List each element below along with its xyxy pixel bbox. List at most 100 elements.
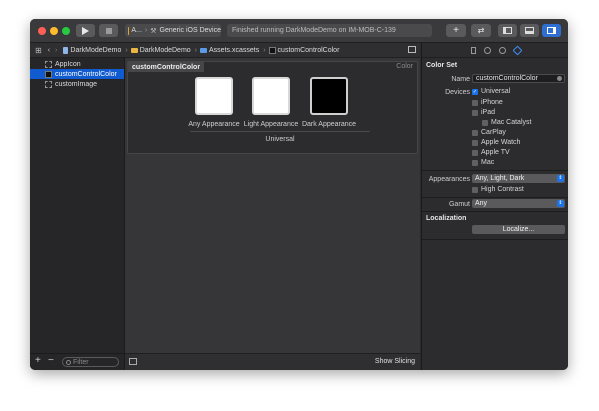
checkbox-box [472,109,478,116]
device-checkbox-mac[interactable]: Mac [472,159,494,166]
device-name: Generic iOS Device [159,27,221,34]
checkbox-box [472,99,478,106]
appearances-label: Appearances [428,176,470,183]
back-arrow-icon[interactable]: ‹ [48,47,50,54]
breadcrumb-assets[interactable]: Assets.xcassets [200,47,259,54]
color-set-icon [45,70,52,78]
device-checkbox-mac-catalyst[interactable]: Mac Catalyst [482,119,531,126]
breadcrumb-label: Assets.xcassets [209,46,260,54]
color-set-panel: customControlColor Color Any Appearance … [127,61,418,154]
forward-arrow-icon[interactable]: › [55,47,57,54]
scheme-name: A... [131,27,142,34]
remove-asset-button[interactable]: − [48,355,54,366]
checkbox-box [472,186,478,193]
list-item-label: customControlColor [55,70,117,78]
list-item[interactable]: AppIcon [30,59,124,69]
history-inspector-icon[interactable] [483,46,491,54]
color-well-light[interactable] [252,77,290,115]
color-set-icon [268,46,276,54]
group-divider [190,131,370,132]
appearance-label: Light Appearance [243,121,299,128]
play-icon [82,26,89,35]
divider [422,211,568,212]
attributes-inspector: Color Set Name customControlColor Device… [421,43,568,370]
list-item[interactable]: customImage [30,79,124,89]
checkbox-label: iPad [481,109,496,116]
xcode-window: A... › ⚒ Generic iOS Device Finished run… [30,19,568,370]
filter-placeholder: Filter [73,358,89,366]
checkbox-label: iPhone [481,99,503,106]
run-button[interactable] [76,24,95,37]
checkbox-label: Universal [481,88,511,95]
outline-toggle-icon[interactable] [129,358,137,365]
appearances-value: Any, Light, Dark [475,175,525,182]
device-checkbox-carplay[interactable]: CarPlay [472,129,506,136]
panel-kind: Color [396,63,413,70]
editor-footer: Show Slicing [125,353,420,370]
color-well-dark[interactable] [310,77,348,115]
device-checkbox-apple-tv[interactable]: Apple TV [472,149,510,156]
breadcrumb-label: DarkModeDemo [70,46,122,54]
stop-button[interactable] [99,24,118,37]
hammer-icon: ⚒ [150,27,157,35]
checkbox-box [472,149,478,156]
localize-button[interactable]: Localize... [472,225,565,234]
breadcrumb-group[interactable]: DarkModeDemo [130,47,191,54]
color-well-any[interactable] [195,77,233,115]
list-item-label: AppIcon [55,60,81,68]
toggle-debug-area-button[interactable] [520,24,539,37]
inspector-tabs [422,43,568,58]
attributes-inspector-icon[interactable] [512,45,522,55]
file-inspector-icon[interactable] [470,46,476,54]
updown-chevron-icon: ⇕ [557,200,564,207]
gamut-popup[interactable]: Any ⇕ [472,199,565,208]
device-checkbox-universal[interactable]: ✓ Universal [472,88,510,95]
app-icon-set-icon [45,60,52,68]
help-inspector-icon[interactable] [498,46,506,54]
appearances-popup[interactable]: Any, Light, Dark ⇕ [472,174,565,183]
breadcrumb-label: customControlColor [277,46,340,54]
chevron-right-icon: › [144,27,148,34]
devices-label: Devices [445,89,470,96]
asset-navigator: AppIcon customControlColor customImage +… [30,58,125,370]
swap-arrows-icon: ⇄ [477,26,485,35]
asset-catalog-icon [200,47,208,53]
clear-icon[interactable] [557,76,562,81]
checkbox-label: Apple TV [481,149,510,156]
name-field[interactable]: customControlColor [472,74,565,83]
list-item[interactable]: customControlColor [30,69,124,79]
show-slicing-button[interactable]: Show Slicing [375,358,415,365]
related-items-icon[interactable] [408,46,416,53]
right-panel-icon [547,27,556,34]
plus-icon: + [453,24,459,36]
checkmark-icon: ✓ [472,88,478,95]
appearance-label: Dark Appearance [301,121,357,128]
filter-field[interactable]: Filter [62,357,119,367]
high-contrast-checkbox[interactable]: High Contrast [472,186,524,193]
toggle-inspector-button[interactable] [542,24,561,37]
updown-chevron-icon: ⇕ [557,175,564,182]
asset-editor: customControlColor Color Any Appearance … [125,58,420,370]
checkbox-box [472,139,478,146]
toolbar: A... › ⚒ Generic iOS Device Finished run… [30,19,568,43]
scheme-selector[interactable]: A... › ⚒ Generic iOS Device [125,24,221,37]
localization-title: Localization [426,215,467,222]
minimize-window-button[interactable] [50,27,58,35]
toggle-navigator-button[interactable] [498,24,517,37]
breadcrumb-colorset[interactable]: customControlColor [268,46,340,54]
device-checkbox-iphone[interactable]: iPhone [472,99,503,106]
zoom-window-button[interactable] [62,27,70,35]
close-window-button[interactable] [38,27,46,35]
code-review-button[interactable]: ⇄ [471,24,491,37]
name-value: customControlColor [476,75,538,82]
localize-button-label: Localize... [502,226,535,233]
add-asset-button[interactable]: + [35,355,41,366]
activity-viewer: Finished running DarkModeDemo on IM-MOB-… [227,24,432,37]
library-button[interactable]: + [446,24,466,37]
device-checkbox-apple-watch[interactable]: Apple Watch [472,139,520,146]
device-checkbox-ipad[interactable]: iPad [472,109,495,116]
folder-icon [130,47,138,53]
breadcrumb-project[interactable]: DarkModeDemo [63,46,122,54]
grid-icon[interactable]: ⊞ [35,46,42,55]
checkbox-label: Mac [481,159,495,166]
